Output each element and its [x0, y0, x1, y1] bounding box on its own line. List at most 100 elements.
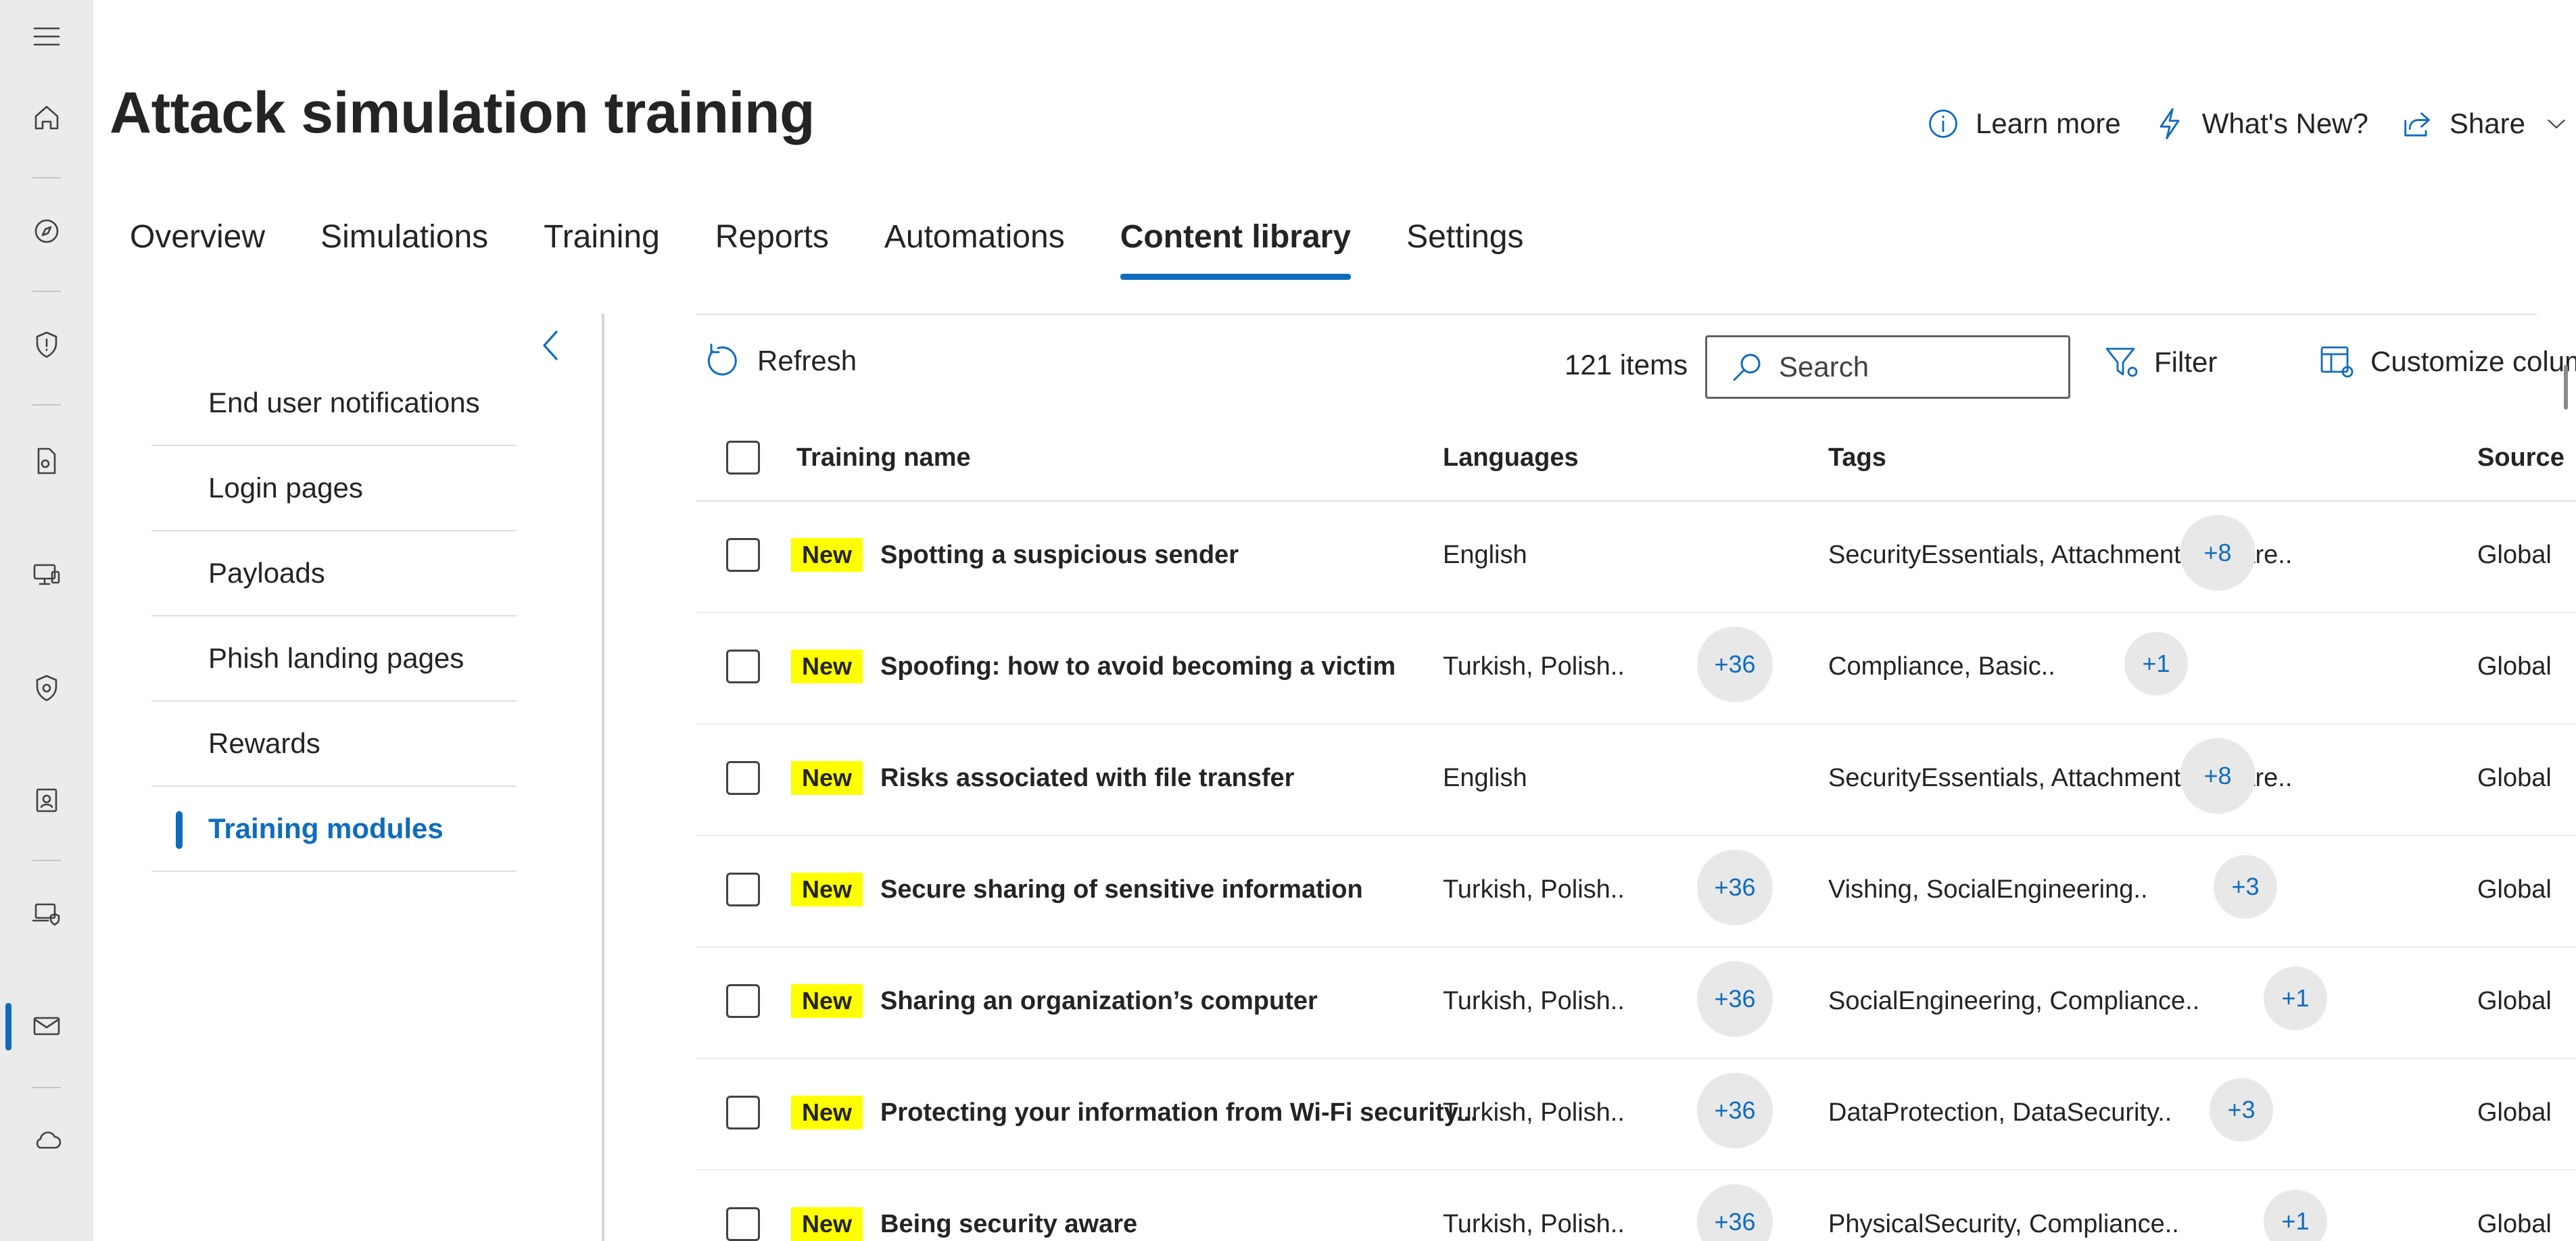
source-cell: Global — [2477, 652, 2552, 681]
source-cell: Global — [2477, 1210, 2552, 1238]
row-checkbox[interactable] — [726, 1096, 760, 1129]
training-name[interactable]: Risks associated with file transfer — [880, 761, 1294, 795]
share-label: Share — [2449, 107, 2525, 139]
shield-icon[interactable] — [26, 324, 67, 365]
collapse-nav-button[interactable] — [534, 323, 568, 368]
training-modules-table: Training name Languages Tags Source New … — [696, 418, 2576, 1241]
search-input[interactable] — [1779, 351, 2049, 383]
tags-more-pill[interactable]: +8 — [2180, 738, 2256, 814]
tags-more-pill[interactable]: +8 — [2180, 515, 2256, 591]
chevron-down-icon[interactable] — [2543, 110, 2570, 137]
table-row[interactable]: New Sharing an organization’s computer T… — [696, 948, 2576, 1059]
languages-more-pill[interactable]: +36 — [1697, 1184, 1773, 1241]
languages-more-pill[interactable]: +36 — [1697, 961, 1773, 1037]
languages-cell: English — [1443, 541, 1527, 569]
column-header-languages[interactable]: Languages — [1443, 443, 1579, 472]
tab-content-library[interactable]: Content library — [1120, 210, 1352, 284]
row-checkbox[interactable] — [726, 538, 760, 572]
subnav-item-rewards[interactable]: Rewards — [151, 702, 517, 787]
home-icon[interactable] — [26, 97, 67, 138]
learn-more-button[interactable]: Learn more — [1926, 106, 2121, 141]
languages-more-pill[interactable]: +36 — [1697, 850, 1773, 925]
row-checkbox[interactable] — [726, 761, 760, 795]
tags-more-pill[interactable]: +3 — [2214, 855, 2277, 919]
training-name[interactable]: Spotting a suspicious sender — [880, 538, 1239, 572]
tab-automations[interactable]: Automations — [884, 210, 1065, 284]
tab-overview[interactable]: Overview — [130, 210, 265, 284]
mail-icon[interactable] — [26, 1006, 67, 1046]
compass-icon[interactable] — [26, 211, 67, 251]
tab-training[interactable]: Training — [544, 210, 660, 284]
scrollbar-thumb[interactable] — [2564, 365, 2568, 410]
source-cell: Global — [2477, 875, 2552, 904]
row-checkbox[interactable] — [726, 873, 760, 906]
row-checkbox[interactable] — [726, 1207, 760, 1241]
cloud-icon[interactable] — [26, 1119, 67, 1160]
subnav-item-login-pages[interactable]: Login pages — [151, 446, 517, 531]
whats-new-label: What's New? — [2201, 107, 2368, 139]
languages-cell: Turkish, Polish.. — [1443, 875, 1625, 904]
tags-more-pill[interactable]: +3 — [2210, 1078, 2273, 1142]
training-name[interactable]: Being security aware — [880, 1207, 1137, 1241]
laptop-shield-icon[interactable] — [26, 894, 67, 934]
page-title: Attack simulation training — [110, 80, 815, 145]
training-name[interactable]: Secure sharing of sensitive information — [880, 873, 1363, 906]
panel-divider — [602, 314, 604, 1241]
chevron-left-icon — [543, 331, 558, 360]
tags-more-pill[interactable]: +1 — [2264, 1190, 2327, 1241]
source-cell: Global — [2477, 987, 2552, 1015]
column-header-training-name[interactable]: Training name — [796, 443, 971, 472]
search-box[interactable] — [1705, 335, 2070, 399]
column-header-tags[interactable]: Tags — [1828, 443, 1886, 472]
table-row[interactable]: New Risks associated with file transfer … — [696, 725, 2576, 836]
rail-active-indicator — [5, 1003, 11, 1050]
customize-columns-button[interactable]: Customize columns — [2319, 343, 2576, 380]
tags-cell: PhysicalSecurity, Compliance.. — [1828, 1210, 2179, 1238]
tab-reports[interactable]: Reports — [715, 210, 829, 284]
column-header-source[interactable]: Source — [2477, 443, 2565, 472]
document-gear-icon[interactable] — [26, 441, 67, 481]
devices-icon[interactable] — [26, 554, 67, 595]
shield-settings-icon[interactable] — [26, 668, 67, 708]
filter-button[interactable]: Filter — [2103, 343, 2217, 381]
tags-more-pill[interactable]: +1 — [2124, 632, 2188, 696]
refresh-button[interactable]: Refresh — [703, 342, 857, 380]
table-row[interactable]: New Being security aware Turkish, Polish… — [696, 1171, 2576, 1241]
training-name[interactable]: Protecting your information from Wi-Fi s… — [880, 1096, 1478, 1129]
main-content: Attack simulation training Learn more Wh… — [93, 0, 2576, 1241]
tags-more-pill[interactable]: +1 — [2264, 967, 2327, 1030]
customize-columns-icon — [2320, 346, 2354, 378]
share-button[interactable]: Share — [2400, 106, 2570, 141]
languages-more-pill[interactable]: +36 — [1697, 627, 1773, 702]
table-row[interactable]: New Spotting a suspicious sender English… — [696, 502, 2576, 613]
hamburger-icon[interactable] — [26, 16, 67, 57]
new-badge: New — [791, 538, 863, 572]
share-icon — [2404, 112, 2430, 137]
row-checkbox[interactable] — [726, 650, 760, 683]
tags-cell: Compliance, Basic.. — [1828, 652, 2055, 681]
training-name[interactable]: Sharing an organization’s computer — [880, 984, 1318, 1018]
languages-cell: English — [1443, 764, 1527, 792]
learn-more-label: Learn more — [1976, 107, 2121, 139]
subnav-item-payloads[interactable]: Payloads — [151, 531, 517, 616]
training-name[interactable]: Spoofing: how to avoid becoming a victim — [880, 650, 1396, 683]
tags-cell: Vishing, SocialEngineering.. — [1828, 875, 2148, 904]
whats-new-button[interactable]: What's New? — [2152, 106, 2368, 141]
subnav-item-phish-landing-pages[interactable]: Phish landing pages — [151, 616, 517, 702]
table-row[interactable]: New Protecting your information from Wi-… — [696, 1059, 2576, 1171]
new-badge: New — [791, 984, 863, 1018]
languages-more-pill[interactable]: +36 — [1697, 1073, 1773, 1148]
contact-card-icon[interactable] — [26, 780, 67, 821]
tab-simulations[interactable]: Simulations — [320, 210, 488, 284]
rail-separator — [32, 860, 61, 861]
subnav-item-training-modules[interactable]: Training modules — [151, 787, 517, 872]
row-checkbox[interactable] — [726, 984, 760, 1018]
table-row[interactable]: New Spoofing: how to avoid becoming a vi… — [696, 613, 2576, 725]
select-all-checkbox[interactable] — [726, 441, 760, 474]
tab-bar: Overview Simulations Training Reports Au… — [130, 210, 1579, 284]
subnav-item-end-user-notifications[interactable]: End user notifications — [151, 361, 517, 446]
tags-cell: SocialEngineering, Compliance.. — [1828, 987, 2200, 1015]
tab-settings[interactable]: Settings — [1406, 210, 1523, 284]
table-row[interactable]: New Secure sharing of sensitive informat… — [696, 836, 2576, 948]
languages-cell: Turkish, Polish.. — [1443, 987, 1625, 1015]
